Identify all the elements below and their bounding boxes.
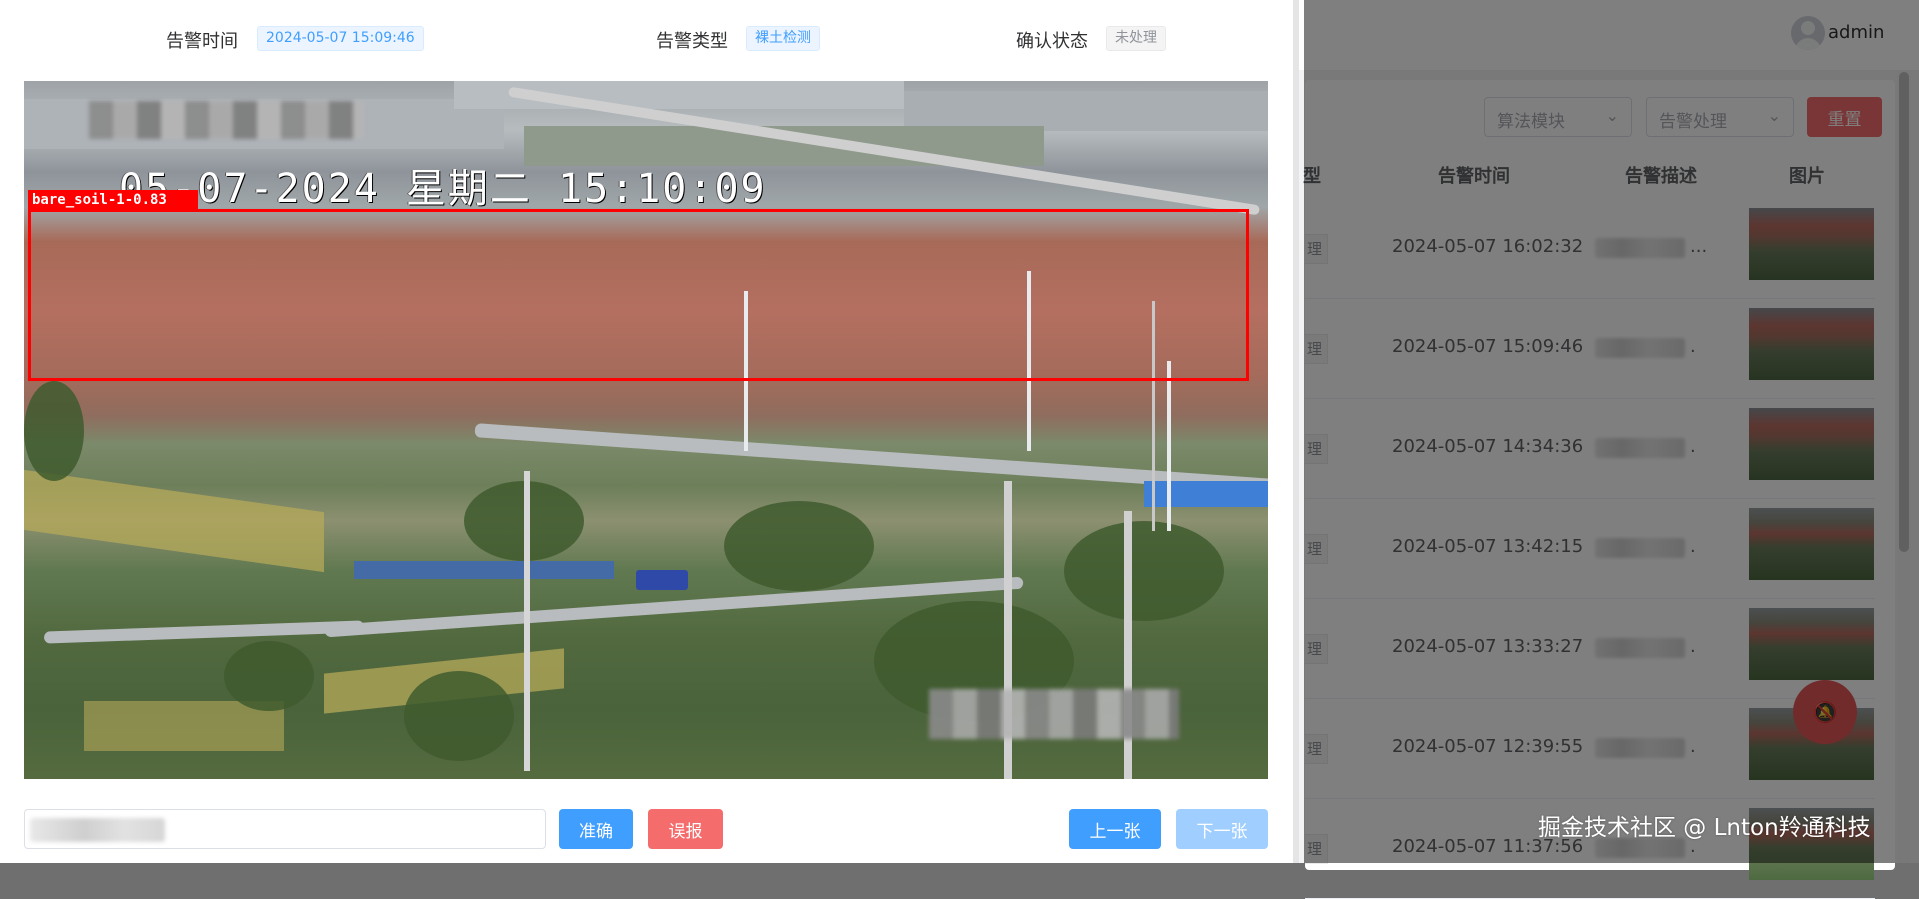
privacy-mosaic bbox=[89, 101, 364, 139]
modal-overlay[interactable] bbox=[1304, 0, 1919, 863]
alarm-type-label: 告警类型 bbox=[656, 31, 728, 52]
tree bbox=[24, 381, 84, 481]
dialog-scrollbar[interactable] bbox=[1293, 0, 1299, 863]
alarm-detail-dialog: 告警时间 2024-05-07 15:09:46 告警类型 裸土检测 确认状态 … bbox=[0, 0, 1299, 863]
blue-fence bbox=[354, 561, 614, 579]
blue-fence bbox=[1144, 481, 1268, 507]
tree bbox=[224, 641, 314, 711]
previous-button[interactable]: 上一张 bbox=[1069, 809, 1161, 849]
watermark-text: 掘金技术社区 @ Lnton羚通科技 bbox=[1538, 815, 1871, 841]
tree bbox=[404, 671, 514, 761]
building bbox=[904, 91, 1268, 131]
remark-blurred-value bbox=[30, 818, 165, 842]
street-light bbox=[1167, 361, 1171, 531]
next-button[interactable]: 下一张 bbox=[1176, 809, 1268, 849]
tree bbox=[1064, 521, 1224, 621]
road bbox=[43, 620, 365, 644]
alarm-type-tag: 裸土检测 bbox=[746, 26, 820, 51]
accurate-button[interactable]: 准确 bbox=[559, 809, 633, 849]
alarm-time-label: 告警时间 bbox=[166, 31, 238, 52]
false-alarm-button[interactable]: 误报 bbox=[648, 809, 723, 849]
privacy-mosaic bbox=[929, 689, 1179, 739]
confirm-status-tag: 未处理 bbox=[1106, 26, 1166, 51]
detection-label: bare_soil-1-0.83 bbox=[28, 190, 198, 210]
alarm-time-tag: 2024-05-07 15:09:46 bbox=[257, 26, 424, 51]
power-pole bbox=[524, 471, 530, 771]
alarm-snapshot-image: 05-07-2024 星期二 15:10:09 bare_soil-1-0.83 bbox=[24, 81, 1268, 779]
confirm-status-label: 确认状态 bbox=[1016, 31, 1088, 52]
truck bbox=[636, 570, 688, 590]
detection-bounding-box bbox=[28, 209, 1249, 381]
camera-timestamp: 05-07-2024 星期二 15:10:09 bbox=[119, 166, 767, 212]
crop-field bbox=[24, 469, 324, 573]
tree bbox=[724, 501, 874, 591]
